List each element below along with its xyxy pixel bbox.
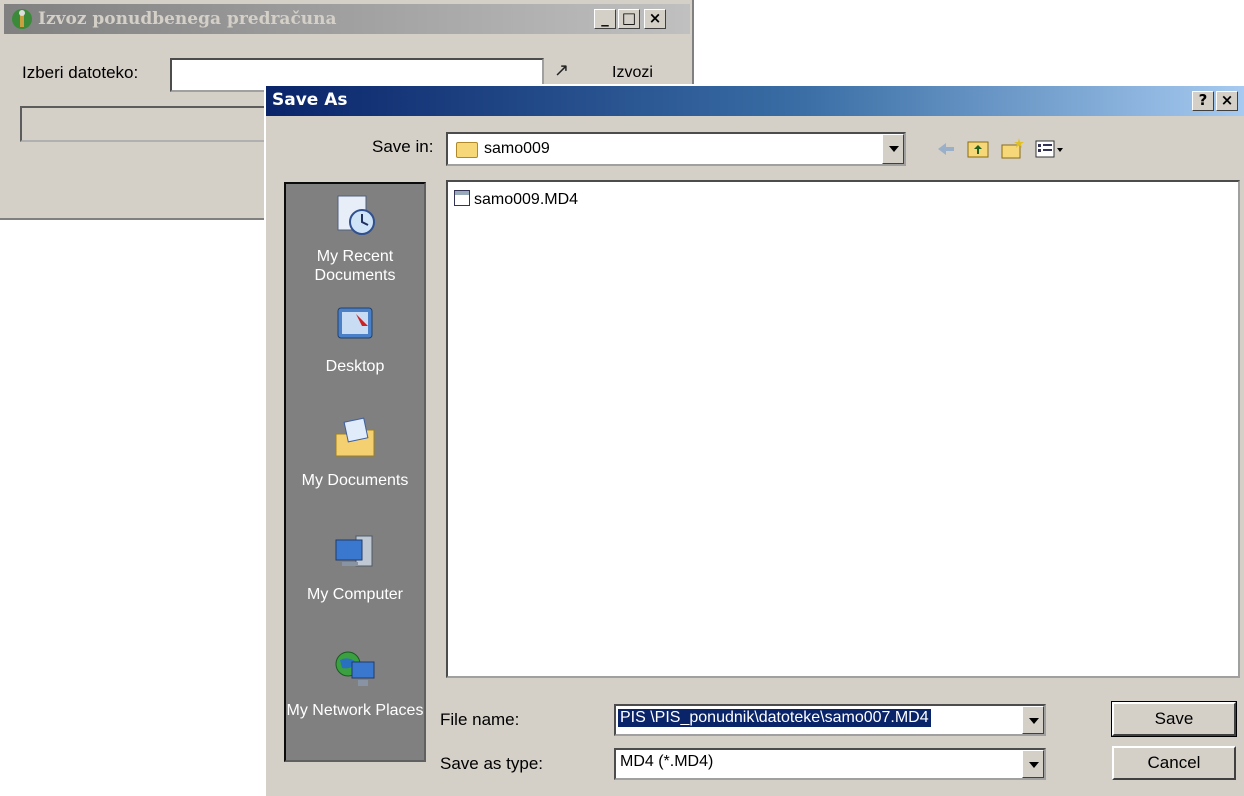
place-label: My Documents [301,472,409,489]
file-name-value: PIS \PIS_ponudnik\datoteke\samo007.MD4 [618,709,931,727]
file-list[interactable]: samo009.MD4 [446,180,1240,678]
my-documents-icon [335,417,375,457]
export-window-title: Izvoz ponudbenega predračuna [38,9,337,29]
folder-icon [456,142,478,158]
dialog-title: Save As [272,90,348,110]
up-folder-icon[interactable] [966,137,990,161]
desktop-icon [337,307,373,339]
maximize-button[interactable]: □ [618,9,640,29]
save-in-value: samo009 [484,140,550,157]
file-icon [454,190,470,206]
place-network-places[interactable]: My Network Places [286,646,424,720]
save-in-label: Save in: [372,137,434,156]
save-button[interactable]: Save [1111,701,1237,737]
save-type-label: Save as type: [440,754,544,773]
place-desktop[interactable]: Desktop [286,302,424,376]
export-button[interactable]: Izvozi [612,64,653,82]
chevron-down-icon[interactable] [1022,706,1044,734]
recent-docs-icon [337,195,375,235]
file-name: samo009.MD4 [474,191,579,208]
dialog-close-button[interactable]: × [1216,91,1238,111]
close-button[interactable]: × [644,9,666,29]
help-button[interactable]: ? [1192,91,1214,111]
file-name-label: File name: [440,710,520,729]
save-in-dropdown[interactable]: samo009 [446,132,906,166]
save-as-dialog: Save As ? × Save in: samo009 My Recent D… [264,84,1244,796]
file-label: Izberi datoteko: [22,63,139,82]
back-icon[interactable] [934,137,958,161]
chevron-down-icon[interactable] [882,134,904,164]
minimize-button[interactable]: _ [594,9,616,29]
save-type-dropdown[interactable]: MD4 (*.MD4) [614,748,1046,780]
place-label: My Network Places [286,702,424,719]
places-bar: My Recent Documents Desktop My Documents [284,182,426,762]
new-folder-icon[interactable] [1000,137,1024,161]
my-computer-icon [335,535,373,567]
place-label: My Computer [306,586,404,603]
app-icon [12,9,32,29]
view-menu-icon[interactable] [1034,137,1066,161]
place-label: My Recent Documents [314,248,396,284]
place-my-computer[interactable]: My Computer [286,530,424,604]
list-item[interactable]: samo009.MD4 [454,190,578,209]
browse-icon[interactable]: ↗ [554,60,569,81]
place-label: Desktop [325,358,385,375]
place-recent-documents[interactable]: My Recent Documents [286,192,424,285]
export-window-titlebar[interactable]: Izvoz ponudbenega predračuna _ □ × [4,4,690,34]
network-places-icon [335,651,375,686]
progress-bar [20,106,270,142]
save-type-value: MD4 (*.MD4) [620,753,714,770]
dialog-titlebar[interactable]: Save As ? × [266,86,1244,116]
place-my-documents[interactable]: My Documents [286,416,424,490]
file-name-field[interactable]: PIS \PIS_ponudnik\datoteke\samo007.MD4 [614,704,1046,736]
chevron-down-icon[interactable] [1022,750,1044,778]
cancel-button[interactable]: Cancel [1112,746,1236,780]
